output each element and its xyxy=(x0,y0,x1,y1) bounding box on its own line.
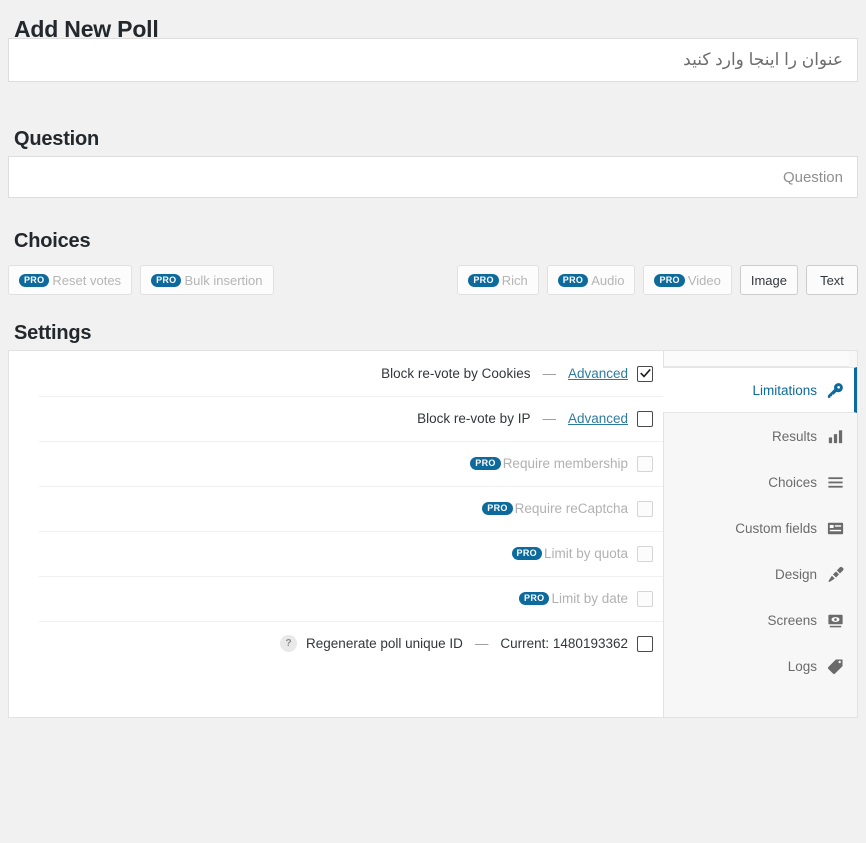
settings-row-label: Limit by date xyxy=(551,591,628,606)
settings-tab-list: Limitations Results Choices Custom fields De… xyxy=(663,367,857,689)
settings-row-label: Require reCaptcha xyxy=(514,501,628,516)
choices-action-label: Bulk insertion xyxy=(184,272,263,288)
settings-tab-label: Screens xyxy=(767,612,817,628)
settings-row-checkbox xyxy=(637,500,653,517)
pro-badge: PRO xyxy=(511,547,542,560)
advanced-link[interactable]: Advanced xyxy=(568,411,628,426)
settings-row-label-wrap: PRO Limit by date xyxy=(519,591,628,606)
settings-tab-results[interactable]: Results xyxy=(664,413,857,459)
settings-row: PRO Require membership xyxy=(9,441,663,486)
settings-row-label-wrap: PRO Require membership xyxy=(470,456,628,471)
settings-row: PRO Limit by date xyxy=(9,576,663,621)
pro-badge: PRO xyxy=(470,457,501,470)
choices-action-button: PRO Bulk insertion xyxy=(140,265,274,295)
poll-title-input[interactable] xyxy=(8,38,858,82)
settings-row-label: Limit by quota xyxy=(543,546,628,561)
row-separator-dash: — xyxy=(542,366,556,381)
spacer-after-choices xyxy=(0,302,866,316)
page-title: Add New Poll xyxy=(14,16,159,42)
advanced-link[interactable]: Advanced xyxy=(568,366,628,381)
key-icon xyxy=(826,381,845,400)
pro-badge: PRO xyxy=(19,273,50,287)
settings-row: Block re-vote by IP — Advanced xyxy=(9,396,663,441)
settings-tab-label: Choices xyxy=(768,474,817,490)
help-icon[interactable]: ? xyxy=(280,635,298,652)
row-separator-dash: — xyxy=(474,636,489,651)
paintbrush-icon xyxy=(826,565,845,584)
choice-type-button-image[interactable]: Image xyxy=(739,265,798,295)
pro-badge: PRO xyxy=(519,592,550,605)
settings-row: PRO Require reCaptcha xyxy=(9,486,663,531)
poll-title-field-wrap xyxy=(0,38,866,82)
choices-toolbar: PRO Reset votes PRO Bulk insertion PRO Rich P… xyxy=(0,258,866,302)
settings-tab-label: Logs xyxy=(787,658,817,674)
settings-tab-design[interactable]: Design xyxy=(664,551,857,597)
settings-tab-limitations[interactable]: Limitations xyxy=(663,367,857,413)
choice-type-label: Audio xyxy=(591,272,625,288)
choices-actions-group: PRO Reset votes PRO Bulk insertion xyxy=(8,265,274,295)
settings-tab-logs[interactable]: Logs xyxy=(664,643,857,689)
question-heading: Question xyxy=(14,128,100,150)
choice-type-group: PRO Rich PRO Audio PRO Video Image Text xyxy=(457,265,858,295)
choice-type-button-video: PRO Video xyxy=(643,265,732,295)
settings-row-checkbox xyxy=(637,545,653,562)
settings-tab-label: Limitations xyxy=(752,382,817,398)
settings-row-label-wrap: PRO Limit by quota xyxy=(511,546,628,561)
settings-row-checkbox[interactable] xyxy=(637,635,653,652)
choices-action-label: Reset votes xyxy=(52,272,122,288)
settings-heading: Settings xyxy=(14,322,92,344)
settings-row-label-wrap: Block re-vote by Cookies xyxy=(381,366,530,381)
choices-heading: Choices xyxy=(14,230,91,252)
settings-tab-custom-fields[interactable]: Custom fields xyxy=(664,505,857,551)
sidebar-top-strip xyxy=(664,351,849,367)
settings-row-label: Block re-vote by Cookies xyxy=(381,366,531,381)
settings-panel: Block re-vote by Cookies — Advanced Block r… xyxy=(8,350,858,718)
settings-tab-label: Design xyxy=(774,566,817,582)
settings-row-label-wrap: PRO Require reCaptcha xyxy=(482,501,628,516)
choice-type-button-text[interactable]: Text xyxy=(806,265,858,295)
tag-icon xyxy=(826,657,845,676)
choice-type-label: Rich xyxy=(501,272,528,288)
settings-tab-choices[interactable]: Choices xyxy=(664,459,857,505)
pro-badge: PRO xyxy=(482,502,513,515)
settings-row-checkbox xyxy=(637,590,653,607)
settings-tab-label: Custom fields xyxy=(735,520,817,536)
form-fields-icon xyxy=(826,519,845,538)
choice-type-label: Video xyxy=(687,272,721,288)
pro-badge: PRO xyxy=(654,273,685,287)
question-input[interactable] xyxy=(8,156,858,198)
pro-badge: PRO xyxy=(468,273,499,287)
settings-row-label: Regenerate poll unique ID xyxy=(306,636,463,651)
settings-row: PRO Limit by quota xyxy=(9,531,663,576)
spacer-after-question xyxy=(0,198,866,224)
settings-row-checkbox[interactable] xyxy=(637,410,653,427)
choice-type-label: Text xyxy=(820,272,844,288)
poll-unique-id-value: Current: 1480193362 xyxy=(500,636,628,651)
settings-tab-label: Results xyxy=(771,428,817,444)
settings-rows-container: Block re-vote by Cookies — Advanced Block r… xyxy=(9,351,663,717)
add-new-poll-page: Add New Poll Question Choices PROReset v… xyxy=(0,0,866,843)
settings-tab-screens[interactable]: Screens xyxy=(664,597,857,643)
settings-row-checkbox xyxy=(637,455,653,472)
settings-row-checkbox[interactable] xyxy=(637,365,653,382)
bar-chart-icon xyxy=(826,427,845,446)
settings-row: ? Regenerate poll unique ID — Current: 1480… xyxy=(9,621,663,666)
row-separator-dash: — xyxy=(542,411,556,426)
pro-badge: PRO xyxy=(151,273,182,287)
pro-badge: PRO xyxy=(557,273,589,287)
question-field-wrap xyxy=(0,156,866,198)
spacer-after-title xyxy=(0,82,866,122)
choice-type-label: Image xyxy=(750,272,787,288)
choice-type-button-audio: PRO Audio xyxy=(546,265,636,295)
choices-action-button: PRO Reset votes xyxy=(8,265,133,295)
screen-icon xyxy=(826,611,845,630)
list-icon xyxy=(826,473,845,492)
settings-row-label: Require membership xyxy=(502,456,628,471)
settings-tabs-sidebar: Limitations Results Choices Custom fields De… xyxy=(663,351,857,717)
settings-row-label: Block re-vote by IP xyxy=(417,411,531,426)
settings-row-label-wrap: Block re-vote by IP xyxy=(417,411,530,426)
settings-row: Block re-vote by Cookies — Advanced xyxy=(9,351,663,396)
settings-row-label-wrap: Regenerate poll unique ID xyxy=(306,636,463,651)
choice-type-button-rich: PRO Rich xyxy=(457,265,539,295)
